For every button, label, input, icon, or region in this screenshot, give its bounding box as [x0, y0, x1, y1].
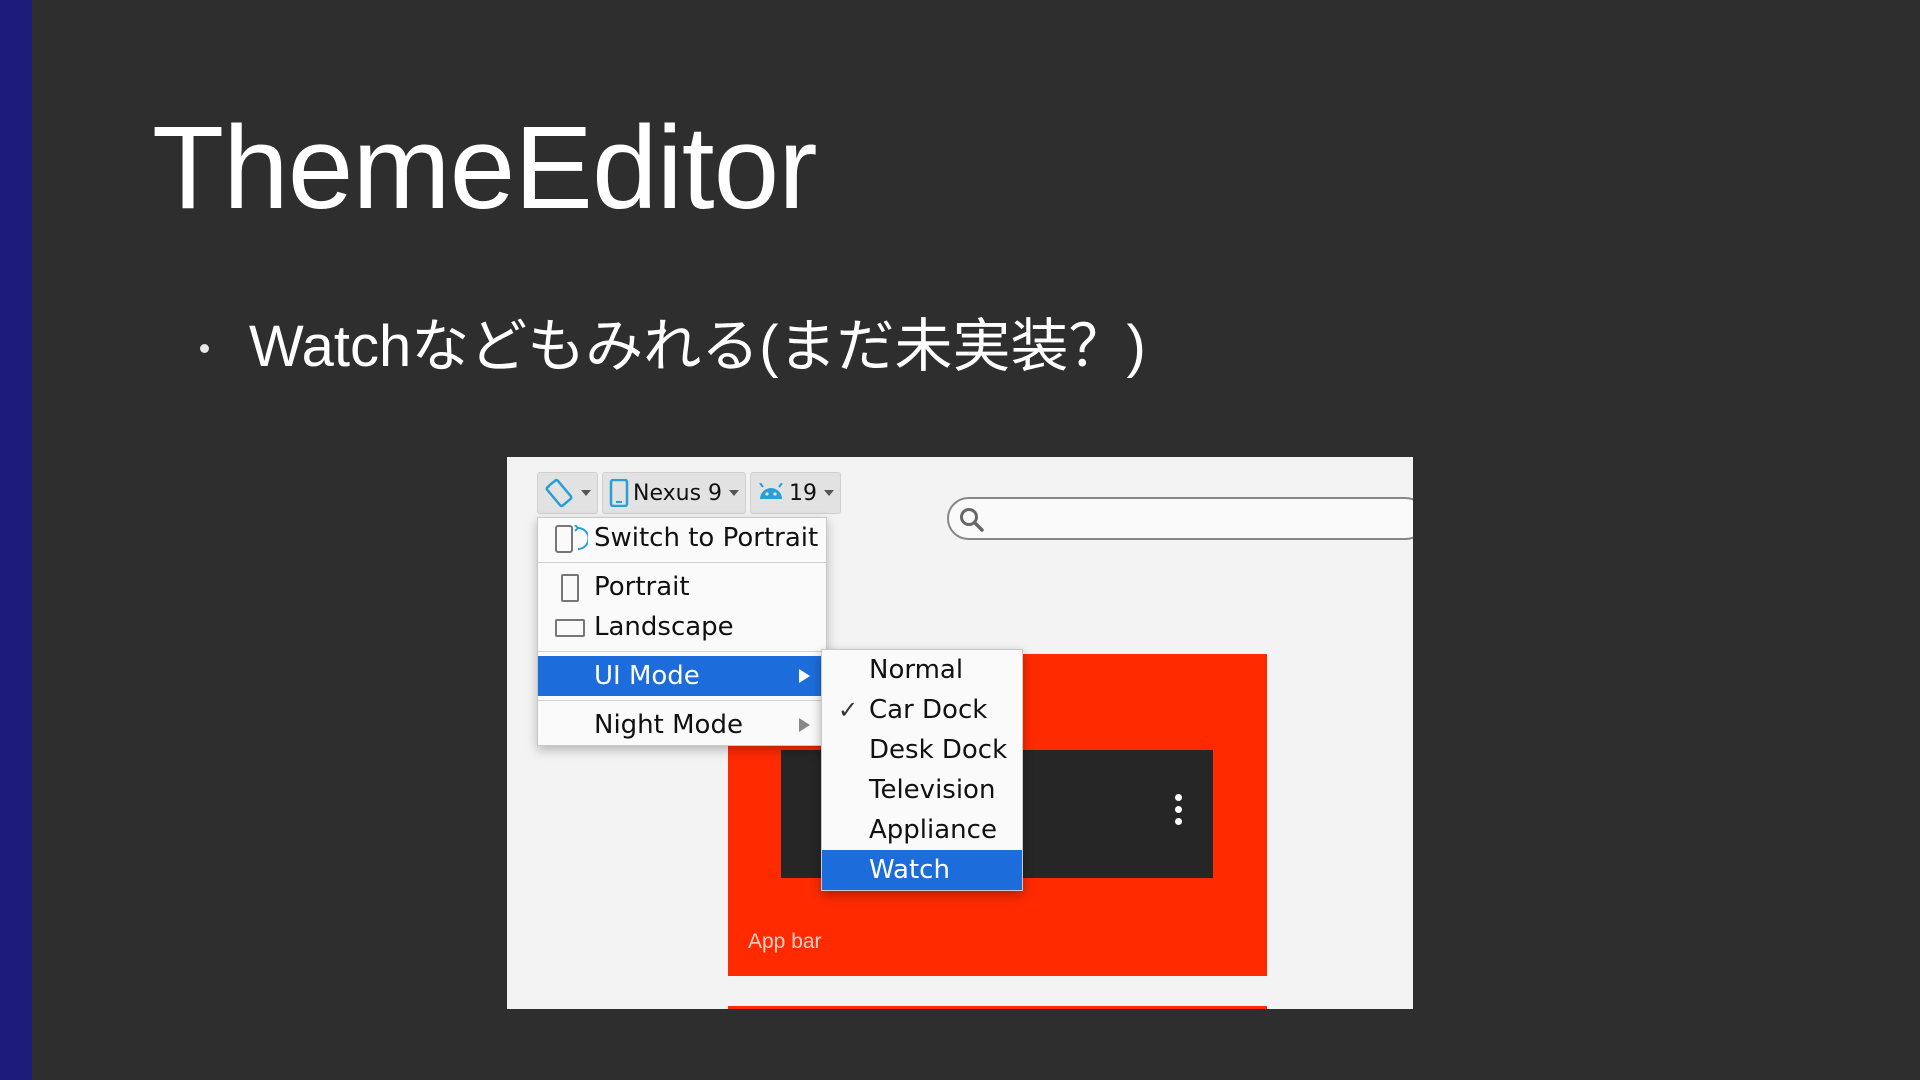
submenu-item-label: Desk Dock	[869, 735, 1008, 765]
menu-item-label: Landscape	[594, 612, 734, 642]
submenu-item-label: Normal	[869, 655, 964, 685]
ui-mode-submenu: Normal ✓ Car Dock Desk Dock Television A…	[821, 649, 1023, 891]
portrait-icon	[561, 574, 579, 602]
device-selector[interactable]: Nexus 9	[602, 472, 747, 514]
submenu-item-television[interactable]: Television	[822, 770, 1022, 810]
submenu-arrow-icon	[799, 669, 810, 683]
accent-bar	[0, 0, 32, 1080]
app-bar-label: App bar	[748, 930, 822, 953]
search-input[interactable]	[947, 497, 1413, 540]
rotate-portrait-icon	[555, 525, 588, 553]
submenu-item-normal[interactable]: Normal	[822, 650, 1022, 690]
preview-toolbar: Nexus 9 19	[537, 472, 842, 514]
menu-item-label: Night Mode	[594, 710, 743, 740]
tablet-icon	[609, 479, 629, 507]
api-level-selector[interactable]: 19	[750, 472, 842, 514]
menu-item-label: Portrait	[594, 572, 690, 602]
menu-divider	[538, 700, 826, 701]
menu-item-night-mode[interactable]: Night Mode	[538, 705, 826, 745]
rotate-device-icon	[545, 478, 573, 508]
chevron-down-icon	[729, 490, 740, 496]
bullet-item: Watchなどもみれる(まだ未実装？)	[200, 312, 1146, 382]
checkmark-icon: ✓	[838, 696, 859, 724]
embedded-screenshot: Nexus 9 19 ← App bar	[507, 457, 1413, 1009]
submenu-item-desk-dock[interactable]: Desk Dock	[822, 730, 1022, 770]
submenu-item-label: Television	[869, 775, 996, 805]
device-label: Nexus 9	[633, 480, 723, 506]
slide-title: ThemeEditor	[152, 102, 818, 234]
menu-item-landscape[interactable]: Landscape	[538, 607, 826, 647]
submenu-arrow-icon	[799, 718, 810, 732]
api-level-label: 19	[789, 480, 818, 506]
menu-item-portrait[interactable]: Portrait	[538, 567, 826, 607]
menu-item-label: Switch to Portrait	[594, 523, 819, 553]
next-preview-edge	[728, 1006, 1267, 1009]
orientation-button[interactable]	[537, 472, 598, 514]
menu-divider	[538, 651, 826, 652]
android-icon	[759, 483, 783, 499]
chevron-down-icon	[581, 490, 591, 496]
landscape-icon	[555, 619, 585, 637]
overflow-menu-icon	[1175, 794, 1183, 825]
submenu-item-car-dock[interactable]: ✓ Car Dock	[822, 690, 1022, 730]
submenu-item-label: Car Dock	[869, 695, 988, 725]
menu-item-label: UI Mode	[594, 661, 700, 691]
menu-divider	[538, 562, 826, 563]
submenu-item-label: Appliance	[869, 815, 997, 845]
search-icon	[960, 508, 984, 532]
menu-item-ui-mode[interactable]: UI Mode	[538, 656, 826, 696]
menu-item-switch-to-portrait[interactable]: Switch to Portrait	[538, 518, 826, 558]
orientation-menu: Switch to Portrait Portrait Landscape UI…	[537, 517, 827, 746]
submenu-item-watch[interactable]: Watch	[822, 850, 1022, 890]
submenu-item-appliance[interactable]: Appliance	[822, 810, 1022, 850]
chevron-down-icon	[824, 490, 835, 496]
bullet-text: Watchなどもみれる(まだ未実装？)	[249, 314, 1146, 379]
submenu-item-label: Watch	[869, 855, 950, 885]
bullet-dot	[200, 344, 209, 354]
